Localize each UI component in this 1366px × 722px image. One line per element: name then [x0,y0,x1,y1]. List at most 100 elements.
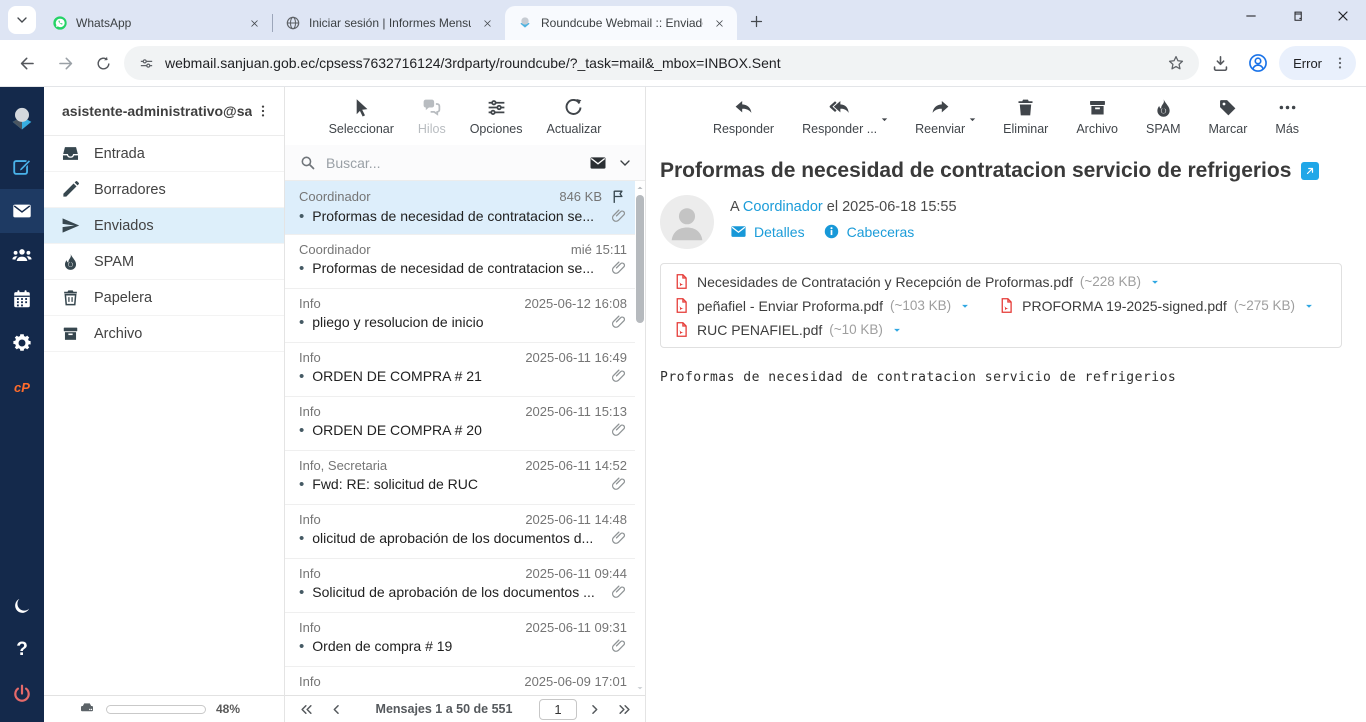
last-page-button[interactable] [611,702,637,717]
url-text[interactable]: webmail.sanjuan.gob.ec/cpsess7632716124/… [165,55,1157,71]
open-in-new-window-icon[interactable] [1301,162,1319,180]
reader-toolbar-mark-icon[interactable]: Marcar [1207,97,1250,136]
site-settings-icon[interactable] [138,55,155,72]
downloads-button[interactable] [1203,46,1237,80]
next-page-button[interactable] [581,702,607,717]
error-badge[interactable]: Error [1279,46,1356,80]
search-options-chevron-icon[interactable] [617,155,633,171]
restore-button[interactable] [1274,0,1320,32]
back-button[interactable] [10,46,44,80]
app-rail: cP? [0,87,44,722]
folder-item-enviados[interactable]: Enviados [44,208,284,244]
details-toggle[interactable]: Detalles [730,223,805,240]
flag-icon[interactable] [610,188,627,205]
message-row[interactable]: Coordinador mié 15:11 • Proformas de nec… [285,235,635,289]
scroll-down-icon[interactable] [635,683,645,693]
message-body-text: Proformas de necesidad de contratacion s… [660,370,1342,385]
message-date: 846 KB [559,189,602,204]
attachment-menu-caret-icon[interactable] [1302,299,1316,313]
reader-toolbar-reply-icon[interactable]: Responder [711,97,776,136]
dropdown-caret-icon[interactable] [966,113,979,126]
tab-search-button[interactable] [8,6,36,34]
reader-toolbar-junk-icon[interactable]: SPAM [1144,97,1183,136]
dropdown-caret-icon[interactable] [878,113,891,126]
folder-item-entrada[interactable]: Entrada [44,136,284,172]
browser-tab[interactable]: Roundcube Webmail :: Enviado [505,6,737,40]
folder-item-archivo[interactable]: Archivo [44,316,284,352]
prev-page-button[interactable] [323,702,349,717]
attachment-item[interactable]: Necesidades de Contratación y Recepción … [673,273,1162,290]
rail-settings-icon[interactable] [0,321,44,365]
rail-roundcube-logo[interactable] [0,93,44,145]
message-reader-pane: Responder Responder ... Reenviar Elimina… [646,87,1366,722]
reload-button[interactable] [86,46,120,80]
rail-cpanel-icon[interactable]: cP [0,365,44,409]
forward-button[interactable] [48,46,82,80]
browser-tab[interactable]: Iniciar sesión | Informes Mensu [273,6,505,40]
list-toolbar-options-icon[interactable]: Opciones [468,97,525,136]
browser-tab[interactable]: WhatsApp [40,6,272,40]
reader-toolbar-archive-icon[interactable]: Archivo [1074,97,1120,136]
new-tab-button[interactable] [743,8,769,34]
folder-item-borradores[interactable]: Borradores [44,172,284,208]
chrome-menu-icon[interactable] [1332,55,1348,71]
attachment-menu-caret-icon[interactable] [958,299,972,313]
reader-toolbar-forward-icon[interactable]: Reenviar [913,97,967,136]
attachment-item[interactable]: RUC PENAFIEL.pdf (~10 KB) [673,321,904,338]
folder-item-papelera[interactable]: Papelera [44,280,284,316]
account-menu-icon[interactable] [252,103,274,119]
tab-close-icon[interactable] [479,15,495,31]
account-row[interactable]: asistente-administrativo@sa... [44,87,284,136]
list-scrollbar[interactable] [635,181,645,695]
reader-toolbar-more-icon[interactable]: Más [1273,97,1301,136]
scrollbar-thumb[interactable] [636,195,644,323]
first-page-button[interactable] [293,702,319,717]
attachment-item[interactable]: PROFORMA 19-2025-signed.pdf (~275 KB) [998,297,1316,314]
tab-close-icon[interactable] [246,15,262,31]
message-row[interactable]: Coordinador 846 KB • Proformas de necesi… [285,181,635,235]
message-row[interactable]: Info 2025-06-11 09:31 • Orden de compra … [285,613,635,667]
reader-toolbar-reply-all-icon[interactable]: Responder ... [800,97,879,136]
search-input[interactable] [326,155,579,171]
rail-logout-icon[interactable] [0,672,44,716]
rail-dark-mode-icon[interactable] [0,584,44,628]
message-row[interactable]: Info 2025-06-11 09:44 • Solicitud de apr… [285,559,635,613]
minimize-button[interactable] [1228,0,1274,32]
unread-dot: • [299,315,304,330]
page-number-input[interactable] [539,699,577,720]
attachment-menu-caret-icon[interactable] [890,323,904,337]
rail-calendar-icon[interactable] [0,277,44,321]
folder-item-spam[interactable]: SPAM [44,244,284,280]
attachment-item[interactable]: peñafiel - Enviar Proforma.pdf (~103 KB) [673,297,972,314]
list-toolbar-select-cursor-icon[interactable]: Seleccionar [327,97,396,136]
message-subject: Solicitud de aprobación de los documento… [312,584,605,600]
junk-icon [60,252,80,271]
bookmark-star-icon[interactable] [1167,54,1185,72]
list-toolbar-refresh-icon[interactable]: Actualizar [545,97,604,136]
message-row[interactable]: Info 2025-06-11 15:13 • ORDEN DE COMPRA … [285,397,635,451]
rail-contacts-icon[interactable] [0,233,44,277]
message-row[interactable]: Info 2025-06-09 17:01 [285,667,635,695]
message-row[interactable]: Info 2025-06-11 14:48 • olicitud de apro… [285,505,635,559]
rail-compose-icon[interactable] [0,145,44,189]
tab-close-icon[interactable] [711,15,727,31]
message-row[interactable]: Info 2025-06-11 16:49 • ORDEN DE COMPRA … [285,343,635,397]
unread-dot: • [299,261,304,276]
message-row[interactable]: Info, Secretaria 2025-06-11 14:52 • Fwd:… [285,451,635,505]
close-window-button[interactable] [1320,0,1366,32]
message-row[interactable]: Info 2025-06-12 16:08 • pliego y resoluc… [285,289,635,343]
reader-toolbar-delete-icon[interactable]: Eliminar [1001,97,1050,136]
toolbar-label: Marcar [1209,122,1248,136]
search-scope-icon[interactable] [589,154,607,172]
recipient-link[interactable]: Coordinador [743,199,823,215]
rail-mail-icon[interactable] [0,189,44,233]
address-bar[interactable]: webmail.sanjuan.gob.ec/cpsess7632716124/… [124,46,1199,80]
profile-button[interactable] [1241,46,1275,80]
rail-help-icon[interactable]: ? [0,628,44,672]
attachment-menu-caret-icon[interactable] [1148,275,1162,289]
search-bar[interactable] [285,145,645,181]
message-sender: Info [299,350,517,365]
paperclip-icon [611,260,627,276]
headers-toggle[interactable]: Cabeceras [823,223,915,240]
scroll-up-icon[interactable] [635,183,645,193]
